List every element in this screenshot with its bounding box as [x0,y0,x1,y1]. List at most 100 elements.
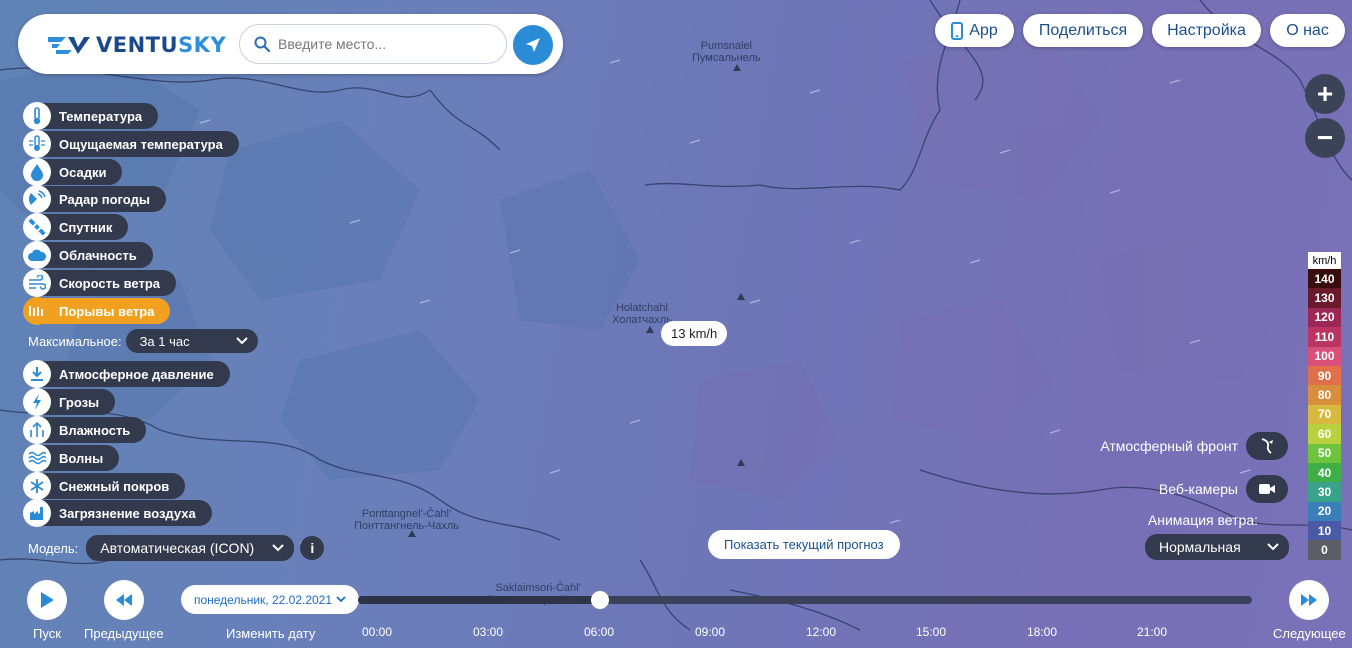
layer-label: Спутник [59,219,113,235]
hour-tick-label: 15:00 [916,625,947,639]
layer-clouds[interactable]: Облачность [23,241,153,269]
legend-cell: 90 [1308,365,1341,386]
locate-button[interactable] [513,25,553,65]
mountain-peak-icon [646,326,654,333]
legend-cell: 110 [1308,327,1341,347]
layer-pressure[interactable]: Атмосферное давление [23,360,230,388]
front-label: Атмосферный фронт [1100,438,1238,454]
model-row: Модель: Автоматическая (ICON) i [28,535,325,561]
hour-tick-label: 18:00 [1027,625,1058,639]
place-name-cyrillic: Холатчахль [612,314,672,326]
ventusky-logo-icon [48,37,90,54]
timeline-thumb[interactable] [591,591,609,609]
max-interval-select[interactable]: За 1 час [125,329,258,353]
legend-cell: 50 [1308,443,1341,463]
model-info-button[interactable]: i [300,536,325,560]
legend-cell: 80 [1308,385,1341,405]
layer-radar[interactable]: Радар погоды [23,185,166,213]
rewind-icon [116,594,132,606]
zoom-out-button[interactable]: − [1305,118,1345,158]
lightning-icon [23,388,51,416]
hour-tick-label: 00:00 [362,625,393,639]
layer-humidity[interactable]: Влажность [23,416,147,444]
legend-cell: 30 [1308,482,1341,502]
wind-value-tooltip: 13 km/h [661,321,728,346]
layer-wind-gusts[interactable]: Порывы ветра [23,297,171,325]
previous-button[interactable] [104,580,144,620]
max-interval-value: За 1 час [139,333,190,349]
legend-cell: 0 [1308,540,1341,560]
wind-animation-select[interactable]: Нормальная [1145,534,1289,560]
wind-icon [23,269,51,297]
weather-front-icon [1261,438,1273,454]
hour-tick-label: 03:00 [473,625,504,639]
previous-label: Предыдущее [84,626,164,641]
show-current-forecast-button[interactable]: Показать текущий прогноз [708,530,900,559]
place-label: Pumsnalel Пумсальнель [692,40,761,64]
place-name-cyrillic: Пумсальнель [692,52,761,64]
humidity-icon [23,416,51,444]
legend-cell: 120 [1308,307,1341,328]
search-icon [254,36,270,52]
wind-animation-label: Анимация ветра: [1147,512,1258,528]
layer-label: Снежный покров [59,478,170,494]
mountain-peak-icon [737,293,745,300]
place-name-cyrillic: Понттангнель-Чахль [354,520,459,532]
timeline-track[interactable] [358,596,1252,604]
settings-button[interactable]: Настройка [1152,14,1261,47]
max-interval-label: Максимальное: [28,333,122,349]
layer-thunderstorms[interactable]: Грозы [23,388,116,416]
zoom-in-button[interactable]: + [1305,74,1345,114]
layer-snow-cover[interactable]: Снежный покров [23,472,186,500]
model-value: Автоматическая (ICON) [100,540,255,556]
place-label: Holatchahl Холатчахль [612,302,672,326]
date-value: понедельник, 22.02.2021 [193,592,333,607]
feels-like-icon [23,130,51,158]
snowflake-icon [23,472,51,500]
layer-air-pollution[interactable]: Загрязнение воздуха [23,499,212,527]
place-name-latin: Ponttangnel'-Čahl' [361,508,452,520]
layer-label: Осадки [59,164,107,180]
webcams-button[interactable] [1246,475,1288,503]
next-label: Следующее [1273,626,1346,641]
app-button[interactable]: App [935,14,1014,47]
place-name-latin: Saklaimsori-Čahl' [495,582,581,594]
navigation-arrow-icon [526,38,540,52]
search-input[interactable] [278,36,488,52]
date-select[interactable]: понедельник, 22.02.2021 [181,585,359,614]
search-box[interactable] [239,24,507,64]
legend-cell: 130 [1308,288,1341,308]
ventusky-logo[interactable]: VENTUSKY [46,30,226,60]
logo-text-ventu: VENTU [96,33,179,57]
layer-satellite[interactable]: Спутник [23,213,129,241]
layer-feels-like[interactable]: Ощущаемая температура [23,130,239,158]
place-name-latin: Holatchahl [615,302,668,314]
play-button[interactable] [27,580,67,620]
layer-label: Порывы ветра [59,303,155,319]
app-button-label: App [969,21,998,39]
about-button[interactable]: О нас [1270,14,1345,47]
layer-waves[interactable]: Волны [23,444,120,472]
play-label: Пуск [33,626,61,641]
layer-label: Облачность [59,247,137,263]
hour-tick-label: 21:00 [1137,625,1168,639]
next-button[interactable] [1289,580,1329,620]
model-label: Модель: [28,540,79,556]
front-toggle-button[interactable] [1246,432,1288,460]
layer-label: Атмосферное давление [59,366,214,382]
max-interval-row: Максимальное: За 1 час [28,329,258,353]
chevron-down-icon [336,596,346,603]
layer-wind-speed[interactable]: Скорость ветра [23,269,176,297]
layer-label: Температура [59,108,143,124]
layer-temperature[interactable]: Температура [23,102,159,130]
legend-cell: 20 [1308,501,1341,522]
layer-precipitation[interactable]: Осадки [23,158,123,186]
model-select[interactable]: Автоматическая (ICON) [86,535,295,561]
layer-label: Скорость ветра [59,275,160,291]
waves-icon [23,444,51,472]
wind-gust-icon [23,297,51,325]
video-camera-icon [1259,484,1275,494]
share-button[interactable]: Поделиться [1023,14,1143,47]
logo-search-panel: VENTUSKY [18,14,563,74]
layer-label: Влажность [59,422,131,438]
